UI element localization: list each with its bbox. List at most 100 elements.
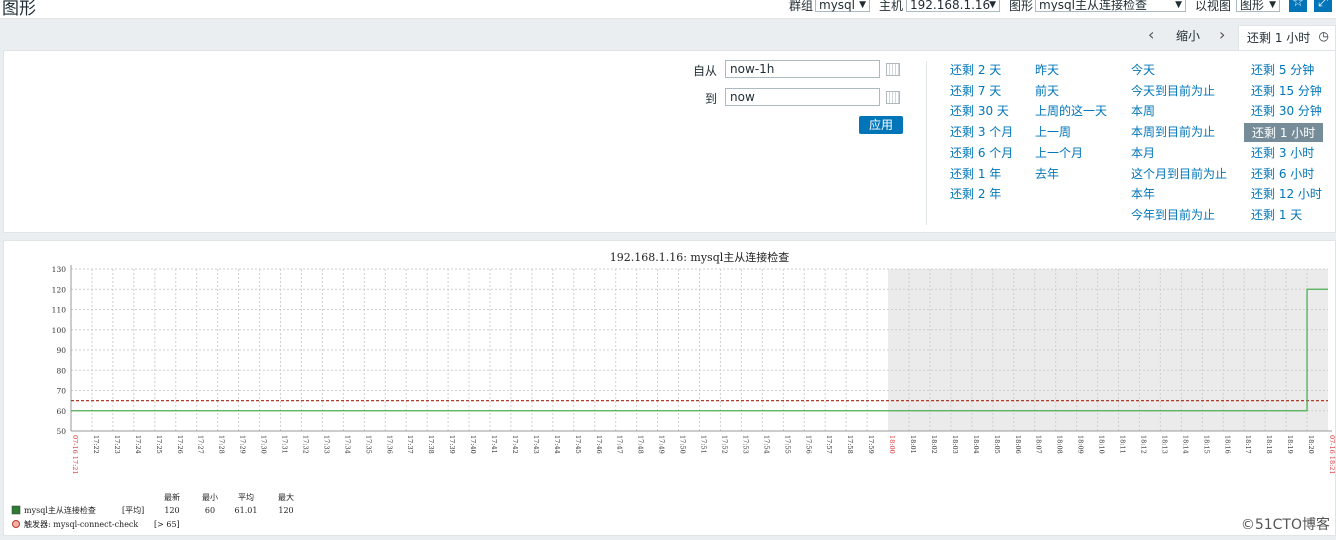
quick-range-link[interactable]: 上周的这一天 [1035,102,1107,119]
x-tick-label: 17:26 [176,435,184,454]
legend-item-func: [平均] [122,505,144,515]
x-tick-label: 17:37 [406,435,414,454]
graph-panel: 192.168.1.16: mysql主从连接检查 17:22 17:23 17:24… [3,240,1336,536]
view-select[interactable]: 图形 ▼ [1236,0,1280,12]
from-label: 自从 [693,64,718,78]
x-tick-label: 17:56 [804,435,812,454]
quick-range-link[interactable]: 还剩 6 小时 [1251,165,1314,182]
x-tick-label: 17:38 [427,435,435,454]
x-tick-label: 17:44 [553,435,561,454]
legend-value: 60 [205,506,215,515]
quick-range-link[interactable]: 今天到目前为止 [1131,82,1215,99]
x-tick-label: 17:28 [218,435,226,454]
chevron-right-icon[interactable]: › [1219,25,1225,44]
x-tick-label: 17:29 [239,435,247,454]
chevron-down-icon: ▼ [1269,0,1276,10]
quick-range-link[interactable]: 还剩 12 小时 [1251,185,1322,202]
x-tick-label: 17:47 [616,435,624,454]
x-tick-label: 17:22 [92,435,100,454]
x-tick-label: 17:33 [322,435,330,454]
chevron-down-icon: ▼ [859,0,866,10]
x-tick-label: 17:43 [532,435,540,454]
legend-value: 61.01 [235,506,258,515]
x-tick-label: 18:20 [1307,435,1315,454]
quick-range-link[interactable]: 前天 [1035,82,1059,99]
calendar-icon[interactable] [886,63,900,76]
quick-range-link[interactable]: 去年 [1035,165,1059,182]
quick-range-link[interactable]: 还剩 2 年 [950,185,1001,202]
quick-range-link[interactable]: 还剩 1 小时 [1244,123,1324,143]
legend-header: 最小 [202,493,218,502]
x-tick-label: 18:16 [1223,435,1231,454]
group-select[interactable]: mysql ▼ [815,0,870,12]
quick-range-link[interactable]: 还剩 3 个月 [950,123,1013,140]
quick-range-link[interactable]: 昨天 [1035,61,1059,78]
quick-range-link[interactable]: 本周到目前为止 [1131,123,1215,140]
quick-range-link[interactable]: 本年 [1131,185,1155,202]
quick-range-link[interactable]: 今天 [1131,61,1155,78]
y-tick-label: 100 [52,326,67,335]
x-start-label: 07-16 17:21 [71,435,79,475]
quick-range-link[interactable]: 还剩 2 天 [950,61,1001,78]
quick-range-link[interactable]: 这个月到目前为止 [1131,165,1227,182]
from-input[interactable]: now-1h [725,60,880,78]
quick-range-link[interactable]: 还剩 7 天 [950,82,1001,99]
quick-range-link[interactable]: 还剩 5 分钟 [1251,61,1314,78]
quick-range-link[interactable]: 还剩 30 天 [950,102,1009,119]
x-tick-label: 18:09 [1077,435,1085,454]
quick-range-link[interactable]: 还剩 15 分钟 [1251,82,1322,99]
y-tick-label: 110 [52,306,67,315]
to-input[interactable]: now [725,88,880,106]
apply-button[interactable]: 应用 [859,116,903,134]
quick-range-link[interactable]: 还剩 30 分钟 [1251,102,1322,119]
time-range-tab[interactable]: 还剩 1 小时 ◷ [1238,25,1336,51]
chevron-left-icon[interactable]: ‹ [1148,25,1154,44]
x-tick-label: 18:06 [1014,435,1022,454]
fullscreen-icon[interactable]: ⤢ [1314,0,1332,12]
quick-range-link[interactable]: 本月 [1131,144,1155,161]
x-tick-label: 17:55 [783,435,791,454]
x-end-label: 07-16 18:21 [1328,435,1335,475]
graph-select[interactable]: mysql主从连接检查 ▼ [1035,0,1186,12]
y-tick-label: 90 [56,346,66,355]
y-tick-label: 70 [56,387,66,396]
to-label: 到 [705,92,718,106]
x-tick-label: 17:31 [281,435,289,454]
x-tick-label: 17:32 [301,435,309,454]
x-tick-label: 18:04 [972,435,980,454]
legend-trigger-cond: [> 65] [154,520,180,529]
time-navigation: ‹ 缩小 › 还剩 1 小时 ◷ [0,19,1336,51]
x-tick-label: 18:11 [1119,435,1127,454]
x-tick-label: 17:35 [364,435,372,454]
graph-chart: 192.168.1.16: mysql主从连接检查 17:22 17:23 17:24… [11,250,1335,529]
watermark: ©51CTO博客 [1240,517,1330,533]
quick-range-link[interactable]: 上一周 [1035,123,1071,140]
x-tick-label: 18:02 [930,435,938,454]
y-tick-label: 60 [56,407,66,416]
host-select[interactable]: 192.168.1.16 ▼ [906,0,1000,12]
x-tick-label: 17:27 [197,435,205,454]
graph-select-value: mysql主从连接检查 [1039,0,1147,12]
view-label: 以视图 [1195,0,1232,13]
calendar-icon[interactable] [886,91,900,104]
quick-range-link[interactable]: 今年到目前为止 [1131,206,1215,223]
favorite-star-icon[interactable]: ☆ [1289,0,1307,12]
quick-range-link[interactable]: 还剩 1 年 [950,165,1001,182]
quick-range-link[interactable]: 本周 [1131,102,1155,119]
time-filter-panel: 自从 now-1h 到 now 应用 还剩 2 天还剩 7 天还剩 30 天还剩… [3,50,1336,233]
quick-range-link[interactable]: 上一个月 [1035,144,1083,161]
legend-value: 120 [164,506,179,515]
quick-range-link[interactable]: 还剩 1 天 [1251,206,1302,223]
x-tick-label: 18:14 [1181,435,1189,454]
chevron-down-icon: ▼ [1175,0,1182,10]
x-tick-label: 17:25 [155,435,163,454]
filter-divider [926,61,927,225]
quick-range-link[interactable]: 还剩 6 个月 [950,144,1013,161]
x-tick-label: 17:54 [762,435,770,454]
y-tick-label: 80 [56,366,66,375]
legend-header: 最新 [164,492,180,502]
quick-range-link[interactable]: 还剩 3 小时 [1251,144,1314,161]
zoom-out-button[interactable]: 缩小 [1176,27,1200,44]
legend-value: 120 [278,506,293,515]
legend-header: 平均 [238,492,254,502]
